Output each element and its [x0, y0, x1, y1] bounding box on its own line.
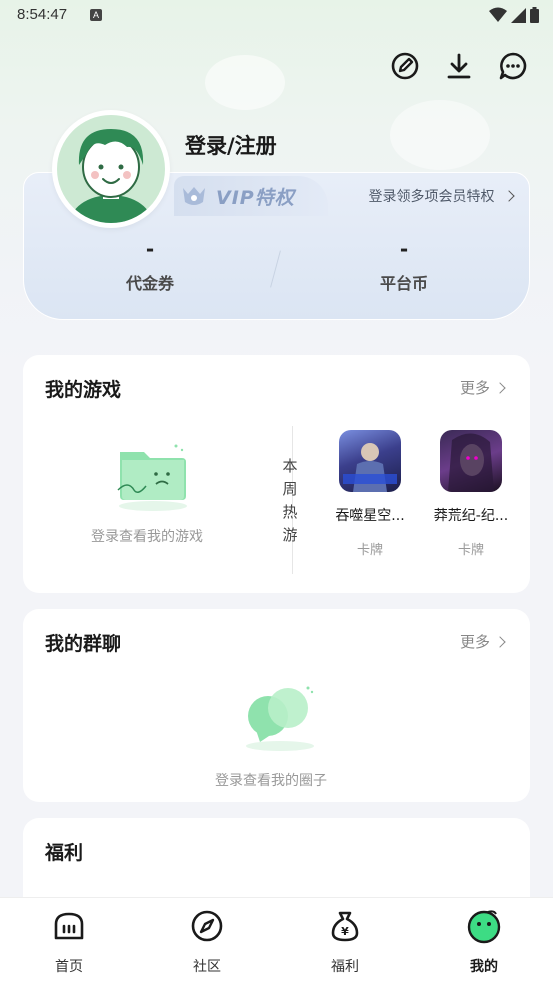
- game-tag: 卡牌: [457, 543, 484, 558]
- empty-chat-bubbles-icon: [246, 686, 314, 751]
- vip-link-label: 登录领多项会员特权: [368, 189, 495, 205]
- more-label: 更多: [459, 633, 490, 651]
- platform-coin-stat[interactable]: - 平台币: [304, 236, 504, 294]
- status-time: 8:54:47: [17, 6, 68, 23]
- hero-decoration: [205, 55, 285, 110]
- platform-coin-value: -: [399, 237, 409, 261]
- vip-link[interactable]: 登录领多项会员特权: [368, 186, 515, 206]
- my-groups-more-link[interactable]: 更多: [459, 631, 506, 652]
- welfare-title: 福利: [45, 842, 84, 864]
- game-name: 吞噬星空...: [335, 508, 405, 524]
- game-thumbnail: [339, 430, 401, 492]
- money-bag-icon: ¥: [331, 911, 359, 942]
- profile-face-icon: [467, 910, 501, 944]
- hot-char: 周: [282, 480, 298, 498]
- game-tag: 卡牌: [356, 543, 383, 558]
- hot-game-item[interactable]: 莽荒纪-纪... 卡牌: [429, 430, 513, 558]
- nav-item-mine[interactable]: 我的: [444, 908, 524, 976]
- wifi-icon: [489, 7, 507, 22]
- status-bar: 8:54:47 A: [0, 0, 553, 32]
- vip-badge-label: VIP特权: [216, 187, 295, 209]
- nav-item-home[interactable]: 首页: [29, 908, 109, 976]
- svg-text:¥: ¥: [341, 925, 349, 938]
- nav-label: 首页: [55, 959, 83, 975]
- chevron-right-icon: [494, 381, 506, 394]
- platform-coin-label: 平台币: [379, 274, 428, 293]
- nav-label: 社区: [193, 959, 221, 975]
- login-register-link[interactable]: 登录/注册: [185, 130, 277, 160]
- vip-crown-icon: [183, 187, 205, 205]
- bottom-nav: 首页 社区 ¥ 福利 我的: [0, 897, 553, 984]
- nav-item-community[interactable]: 社区: [167, 908, 247, 976]
- nav-label: 福利: [331, 959, 359, 975]
- chevron-right-icon: [503, 190, 515, 202]
- chevron-right-icon: [494, 635, 506, 648]
- home-icon: [54, 912, 84, 940]
- top-actions: [389, 50, 529, 82]
- my-games-empty-text: 登录查看我的游戏: [91, 529, 203, 545]
- battery-icon: [530, 7, 539, 23]
- hot-char: 本: [282, 457, 298, 475]
- game-thumbnail: [440, 430, 502, 492]
- my-groups-empty-text: 登录查看我的圈子: [215, 773, 327, 789]
- edit-icon[interactable]: [389, 50, 421, 82]
- game-name: 莽荒纪-纪...: [433, 508, 509, 524]
- my-games-title: 我的游戏: [45, 379, 122, 401]
- more-label: 更多: [459, 379, 490, 397]
- nav-item-welfare[interactable]: ¥ 福利: [305, 908, 385, 976]
- my-groups-title: 我的群聊: [45, 633, 122, 655]
- hot-char: 游: [282, 526, 298, 544]
- weekly-hot-label: 本 周 热 游: [282, 455, 298, 547]
- voucher-label: 代金券: [125, 274, 174, 293]
- download-icon[interactable]: [443, 50, 475, 82]
- hero-decoration: [390, 100, 490, 170]
- notification-badge-icon: A: [90, 9, 102, 21]
- voucher-value: -: [145, 237, 155, 261]
- nav-label: 我的: [470, 959, 498, 975]
- hot-char: 热: [282, 503, 298, 521]
- my-games-more-link[interactable]: 更多: [459, 377, 506, 398]
- message-icon[interactable]: [497, 50, 529, 82]
- signal-icon: [511, 7, 526, 23]
- avatar-icon: [69, 129, 153, 223]
- empty-folder-icon: [117, 444, 187, 511]
- voucher-stat[interactable]: - 代金券: [50, 236, 250, 294]
- compass-icon: [191, 910, 223, 942]
- avatar[interactable]: [57, 115, 165, 223]
- status-icons: [489, 7, 539, 23]
- hot-game-item[interactable]: 吞噬星空... 卡牌: [328, 430, 412, 558]
